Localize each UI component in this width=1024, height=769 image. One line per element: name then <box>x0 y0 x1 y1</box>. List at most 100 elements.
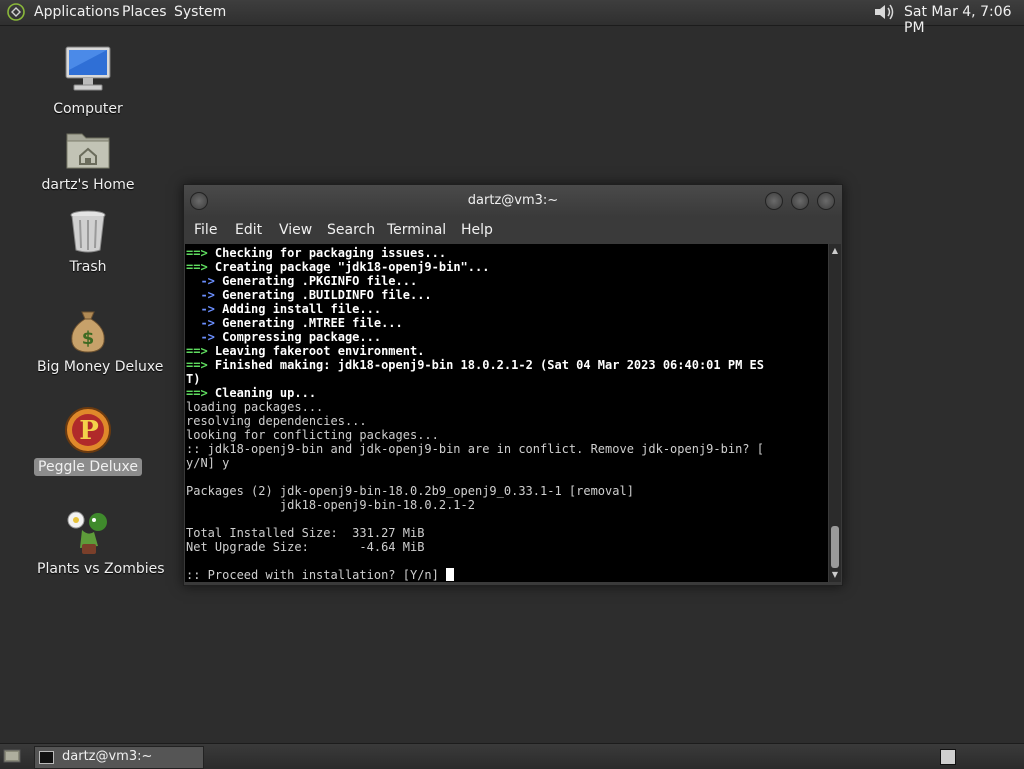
terminal-line-prefix: ==> <box>186 246 215 260</box>
terminal-line: -> Generating .MTREE file... <box>186 316 828 330</box>
terminal-line: :: Proceed with installation? [Y/n] <box>186 568 828 582</box>
terminal-menubar: File Edit View Search Terminal Help <box>184 217 842 244</box>
bottom-panel: dartz@vm3:~ <box>0 743 1024 769</box>
desktop-icon-label: Big Money Deluxe <box>37 359 164 375</box>
close-button[interactable] <box>817 192 835 210</box>
terminal-output[interactable]: ==> Checking for packaging issues... ==> … <box>185 244 828 582</box>
svg-text:P: P <box>79 416 99 446</box>
terminal-line-text: jdk18-openj9-bin-18.0.2.1-2 <box>186 498 475 512</box>
clock[interactable]: Sat Mar 4, 7:06 PM <box>904 4 1024 36</box>
trash-icon <box>70 210 106 253</box>
speaker-icon[interactable] <box>872 2 896 22</box>
terminal-line: -> Compressing package... <box>186 330 828 344</box>
terminal-line-prefix: -> <box>186 274 223 288</box>
peggle-icon: P <box>65 407 111 453</box>
desktop-icon-label: Computer <box>53 101 123 117</box>
terminal-line-prefix: ==> <box>186 260 215 274</box>
terminal-line: ==> Checking for packaging issues... <box>186 246 828 260</box>
terminal-line: ==> Creating package "jdk18-openj9-bin".… <box>186 260 828 274</box>
terminal-line-text: Cleaning up... <box>214 386 317 400</box>
scroll-up-arrow-icon[interactable]: ▲ <box>830 246 840 256</box>
desktop-icon-plants-vs-zombies[interactable]: Plants vs Zombies <box>33 506 165 578</box>
workspace-switcher[interactable] <box>940 749 956 765</box>
desktop-icon-peggle-deluxe[interactable]: P Peggle Deluxe <box>33 406 143 476</box>
terminal-line: y/N] y <box>186 456 828 470</box>
menu-search[interactable]: Search <box>327 222 375 238</box>
desktop-icon-computer[interactable]: Computer <box>33 44 143 118</box>
terminal-line-prefix: ==> <box>186 358 215 372</box>
terminal-line: ==> Cleaning up... <box>186 386 828 400</box>
terminal-line: -> Generating .PKGINFO file... <box>186 274 828 288</box>
terminal-line: -> Generating .BUILDINFO file... <box>186 288 828 302</box>
desktop-icon-home[interactable]: dartz's Home <box>33 126 143 194</box>
menu-terminal[interactable]: Terminal <box>387 222 446 238</box>
system-menu[interactable]: System <box>174 4 226 20</box>
desktop-icon-label: Trash <box>69 259 107 275</box>
minimize-button[interactable] <box>765 192 783 210</box>
terminal-text: ==> Checking for packaging issues... ==> … <box>185 244 828 582</box>
terminal-window[interactable]: dartz@vm3:~ File Edit View Search Termin… <box>183 184 843 586</box>
terminal-line-text: Creating package "jdk18-openj9-bin"... <box>214 260 490 274</box>
window-titlebar[interactable]: dartz@vm3:~ <box>184 185 842 217</box>
terminal-scrollbar[interactable]: ▲ ▼ <box>829 244 841 582</box>
computer-icon <box>65 46 111 91</box>
terminal-line: ==> Finished making: jdk18-openj9-bin 18… <box>186 358 828 372</box>
text-cursor <box>446 568 455 581</box>
terminal-line: looking for conflicting packages... <box>186 428 828 442</box>
terminal-line-prefix: -> <box>186 302 223 316</box>
scroll-down-arrow-icon[interactable]: ▼ <box>830 570 840 580</box>
terminal-line-text: Compressing package... <box>222 330 382 344</box>
terminal-line: loading packages... <box>186 400 828 414</box>
home-folder-icon <box>66 133 110 169</box>
terminal-line-text: Generating .PKGINFO file... <box>222 274 418 288</box>
terminal-line: jdk18-openj9-bin-18.0.2.1-2 <box>186 498 828 512</box>
terminal-icon <box>39 751 54 764</box>
desktop-icon-label: Plants vs Zombies <box>37 561 165 577</box>
desktop-icon-big-money-deluxe[interactable]: $ Big Money Deluxe <box>33 308 163 376</box>
taskbar-item-terminal[interactable]: dartz@vm3:~ <box>34 746 204 769</box>
terminal-line-prefix: ==> <box>186 344 215 358</box>
taskbar-item-label: dartz@vm3:~ <box>62 749 153 764</box>
applications-menu[interactable]: Applications <box>34 4 120 20</box>
desktop-icon-label: dartz's Home <box>41 177 135 193</box>
terminal-line: -> Adding install file... <box>186 302 828 316</box>
maximize-button[interactable] <box>791 192 809 210</box>
menu-edit[interactable]: Edit <box>235 222 262 238</box>
menu-file[interactable]: File <box>194 222 217 238</box>
menu-view[interactable]: View <box>279 222 312 238</box>
svg-text:$: $ <box>82 328 95 349</box>
desktop-icon-trash[interactable]: Trash <box>33 208 143 276</box>
terminal-line: :: jdk18-openj9-bin and jdk-openj9-bin a… <box>186 442 828 456</box>
terminal-line: resolving dependencies... <box>186 414 828 428</box>
terminal-line-text: resolving dependencies... <box>186 414 367 428</box>
terminal-line-text: y/N] y <box>186 456 230 470</box>
terminal-line-text: Packages (2) jdk-openj9-bin-18.0.2b9_ope… <box>186 484 634 498</box>
terminal-line: Total Installed Size: 331.27 MiB <box>186 526 828 540</box>
terminal-line-prefix: -> <box>186 316 223 330</box>
terminal-line-text: Total Installed Size: 331.27 MiB <box>186 526 425 540</box>
terminal-line-text: Adding install file... <box>222 302 382 316</box>
window-title: dartz@vm3:~ <box>467 193 559 208</box>
terminal-line: Net Upgrade Size: -4.64 MiB <box>186 540 828 554</box>
menu-help[interactable]: Help <box>461 222 493 238</box>
places-menu[interactable]: Places <box>122 4 167 20</box>
terminal-line-text: :: Proceed with installation? [Y/n] <box>186 568 447 582</box>
terminal-line-prefix: ==> <box>186 386 215 400</box>
show-desktop-icon[interactable] <box>3 748 21 764</box>
terminal-line-text: Generating .MTREE file... <box>222 316 403 330</box>
terminal-line: T) <box>186 372 828 386</box>
terminal-line-text: :: jdk18-openj9-bin and jdk-openj9-bin a… <box>186 442 764 456</box>
top-panel: Applications Places System Sat Mar 4, 7:… <box>0 0 1024 36</box>
terminal-line-prefix: -> <box>186 330 223 344</box>
terminal-line-text: loading packages... <box>186 400 324 414</box>
distro-logo-icon[interactable] <box>7 3 25 21</box>
terminal-line-text: Finished making: jdk18-openj9-bin 18.0.2… <box>214 358 764 372</box>
scrollbar-thumb[interactable] <box>831 526 839 568</box>
terminal-line-text: looking for conflicting packages... <box>186 428 439 442</box>
terminal-line-text: Checking for packaging issues... <box>214 246 447 260</box>
terminal-line: Packages (2) jdk-openj9-bin-18.0.2b9_ope… <box>186 484 828 498</box>
terminal-line-text: Leaving fakeroot environment. <box>214 344 425 358</box>
